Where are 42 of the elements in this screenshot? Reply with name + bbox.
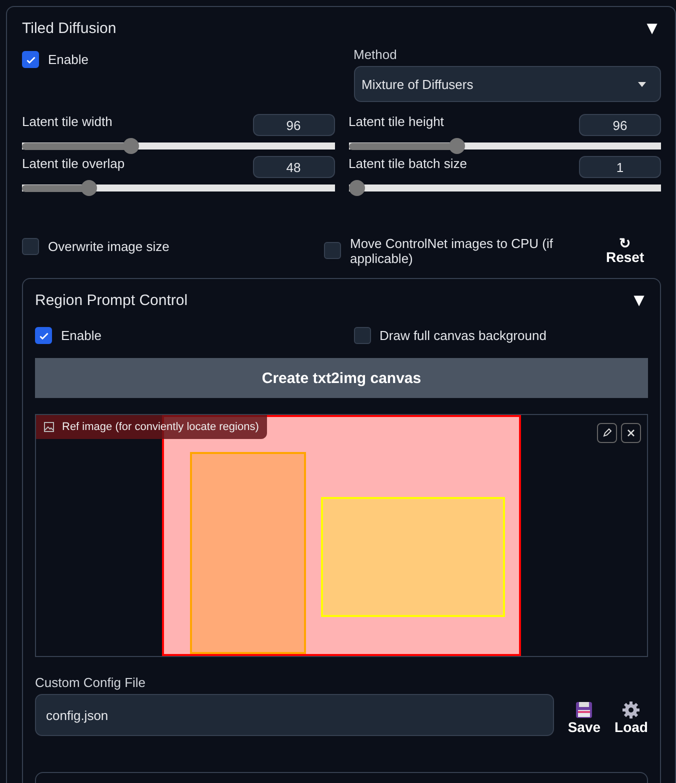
create-canvas-button[interactable]: Create txt2img canvas [35,358,648,398]
config-field[interactable]: config.json [35,694,554,736]
checkbox-label: Enable [48,52,88,67]
slider-thumb[interactable] [122,138,139,154]
collapse-toggle[interactable]: ▼ [630,290,648,310]
config-label: Custom Config File [35,675,147,690]
checkbox-label: Enable [61,328,102,343]
slider-thumb[interactable] [348,180,364,196]
load-button[interactable]: Load [614,701,648,735]
checkbox[interactable] [22,238,39,255]
close-icon [626,428,636,438]
image-label-text: Ref image (for conviently locate regions) [62,421,259,433]
reset-button[interactable]: ↻ Reset [606,236,644,264]
slider-label: Latent tile height [348,114,444,129]
gear-icon [622,701,640,719]
number-field[interactable]: 96 [579,114,661,136]
caret-icon [638,82,646,86]
checkbox-label: Draw full canvas background [380,328,546,343]
pencil-icon [602,428,612,438]
checkbox[interactable] [22,51,39,68]
slider-label: Latent tile width [22,114,112,129]
collapse-toggle[interactable]: ▼ [643,18,661,38]
checkbox[interactable] [324,242,341,259]
checkbox-label: Move ControlNet images to CPU (if applicable) [350,236,554,266]
image-icon [44,422,54,432]
panel-title: Region Prompt Control [35,292,188,308]
slider-thumb[interactable] [81,180,98,196]
number-field[interactable]: 48 [252,156,334,178]
method-label: Method [354,47,398,62]
slider-label: Latent tile batch size [348,156,468,171]
method-dropdown[interactable]: Mixture of Diffusers [354,66,661,102]
number-field[interactable]: 96 [252,114,334,136]
save-button[interactable]: Save [568,701,601,735]
checkbox[interactable] [35,327,52,344]
number-field[interactable]: 1 [579,156,661,178]
checkbox-label: Overwrite image size [48,239,170,254]
edit-button[interactable] [597,423,617,443]
slider-thumb[interactable] [449,138,466,154]
checkbox[interactable] [354,327,370,344]
close-button[interactable] [621,423,641,443]
panel-title: Tiled Diffusion [22,20,116,36]
slider-label: Latent tile overlap [22,156,125,171]
